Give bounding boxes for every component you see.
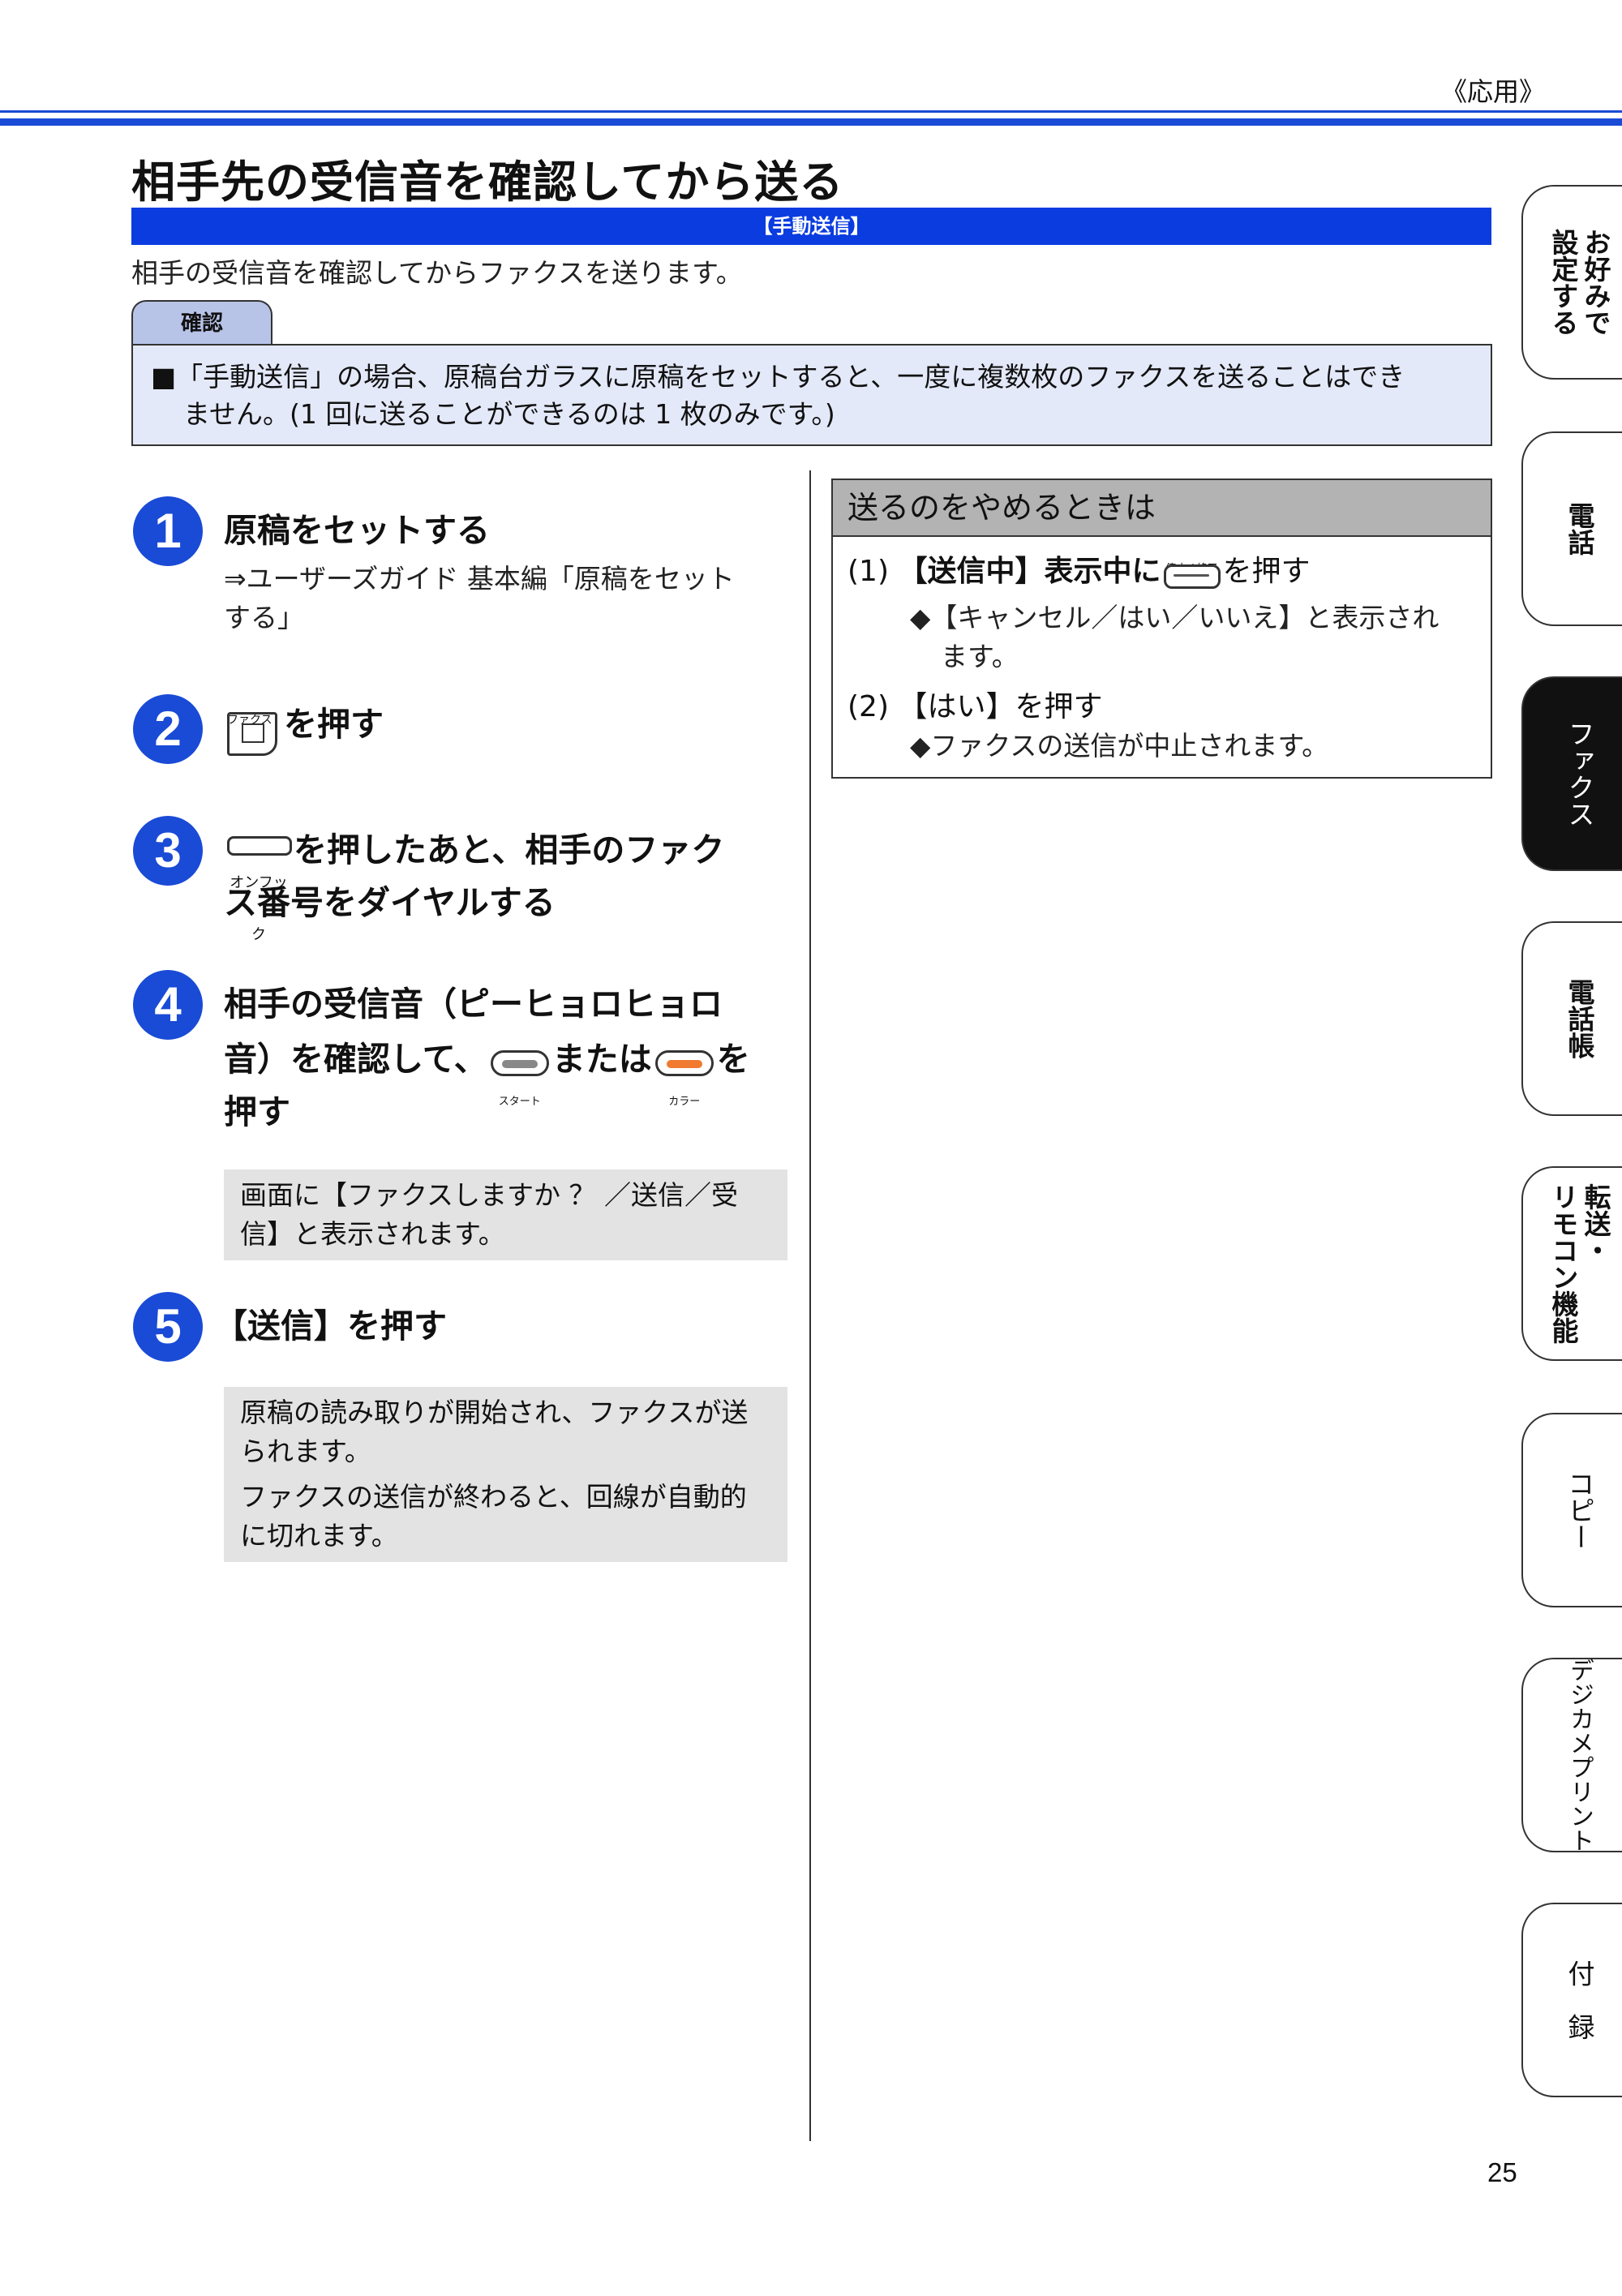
side-tab-phone[interactable]: 電話 — [1521, 431, 1622, 626]
subtitle-bar: 【手動送信】 — [131, 208, 1491, 245]
step-2-number: 2 — [133, 694, 203, 764]
header-rule-thick — [0, 118, 1622, 126]
side-tab-fax[interactable]: ファクス — [1521, 676, 1622, 871]
step-1-sub-line-2: する」 — [224, 602, 304, 633]
side-tab-phonebook-label: 電話帳 — [1564, 978, 1595, 1059]
step-3-line-2: ス番号をダイヤルする — [224, 883, 556, 922]
side-tab-phone-label: 電話 — [1564, 502, 1595, 556]
stop-button-icon: 停止 / 終了 — [1161, 550, 1222, 595]
step-1-sub: ⇒ユーザーズガイド 基本編「原稿をセット する」 — [224, 560, 792, 637]
column-divider — [809, 470, 811, 2141]
stop-box: 送るのをやめるときは (1) 【送信中】表示中に 停止 / 終了 を押す ◆【キ… — [831, 479, 1492, 779]
step-5-note: 原稿の読み取りが開始され、ファクスが送 られます。 ファクスの送信が終わると、回… — [224, 1387, 787, 1562]
step-2-text: ファクス を押す — [224, 694, 384, 759]
step-1-text: 原稿をセットする — [224, 511, 490, 550]
step-4-note: 画面に【ファクスしますか ？ ／送信／受 信】と表示されます。 — [224, 1169, 787, 1260]
side-tab-preferences[interactable]: お好みで 設定する — [1521, 185, 1622, 380]
step-4-number: 4 — [133, 970, 203, 1040]
side-tab-remote-label: 転送・ リモコン機能 — [1547, 1183, 1611, 1344]
hook-button-label: オンフック — [230, 874, 288, 943]
mono-start-button-icon: モノクロ スタート — [487, 1037, 552, 1108]
stop-item-2-sub: ◆ファクスの送信が中止されます。 — [910, 730, 1329, 762]
fax-button-icon: ファクス — [224, 694, 281, 759]
step-5-text: 【送信】を押す — [214, 1307, 447, 1345]
step-4-line-1: 相手の受信音（ピーヒョロヒョロ — [224, 985, 723, 1024]
confirm-box: ■「手動送信」の場合、原稿台ガラスに原稿をセットすると、一度に複数枚のファクスを… — [131, 344, 1492, 446]
step-4-line-2b: または — [551, 1040, 652, 1079]
step-2-label: を押す — [284, 705, 384, 744]
side-tab-remote[interactable]: 転送・ リモコン機能 — [1521, 1166, 1622, 1361]
side-tab-copy-label: コピー — [1564, 1470, 1595, 1551]
step-5-note-line-1: 原稿の読み取りが開始され、ファクスが送 — [240, 1397, 749, 1428]
stop-item-1-num: (1) — [847, 555, 889, 588]
side-tab-appendix[interactable]: 付 録 — [1521, 1903, 1622, 2097]
side-tab-appendix-label: 付 録 — [1564, 1959, 1595, 2041]
stop-box-title: 送るのをやめるときは — [833, 480, 1491, 537]
step-4-line-2c: を — [716, 1040, 750, 1079]
side-tab-phonebook[interactable]: 電話帳 — [1521, 921, 1622, 1116]
step-3-text: オンフック を押したあと、相手のファク ス番号をダイヤルする — [224, 824, 725, 943]
side-tab-photo-print-label: デジカメプリント — [1565, 1658, 1594, 1852]
stop-item-1-text-a: 【送信中】表示中に — [898, 555, 1161, 588]
step-5-note-line-3: ファクスの送信が終わると、回線が自動的 — [240, 1481, 747, 1513]
side-tab-photo-print[interactable]: デジカメプリント — [1521, 1658, 1622, 1852]
mono-start-bottom-label: スタート — [498, 1096, 541, 1108]
step-5-number: 5 — [133, 1292, 203, 1362]
confirm-line-2: ません。(1 回に送ることができるのは 1 枚のみです。) — [183, 398, 835, 430]
side-tab-preferences-label: お好みで 設定する — [1547, 229, 1611, 336]
hook-button-icon: オンフック — [224, 828, 294, 943]
stop-item-1-sub-line-1: ◆【キャンセル／はい／いいえ】と表示され — [910, 602, 1440, 633]
stop-item-2-text: 【はい】を押す — [898, 690, 1103, 723]
stop-item-1-text-b: を押す — [1222, 555, 1311, 588]
step-5-note-line-2: られます。 — [240, 1436, 371, 1467]
side-tab-fax-label: ファクス — [1564, 720, 1595, 827]
section-label: 《応用》 — [1440, 76, 1545, 107]
step-4-note-line-1: 画面に【ファクスしますか ？ ／送信／受 — [240, 1179, 738, 1211]
step-5-note-line-4: に切れます。 — [240, 1520, 398, 1551]
confirm-tab: 確認 — [131, 300, 272, 345]
step-3-number: 3 — [133, 816, 203, 886]
step-1-sub-line-1: ⇒ユーザーズガイド 基本編「原稿をセット — [224, 563, 735, 594]
intro-text: 相手の受信音を確認してからファクスを送ります。 — [131, 257, 743, 289]
stop-item-2: (2) 【はい】を押す — [847, 686, 1102, 728]
confirm-line-1: ■「手動送信」の場合、原稿台ガラスに原稿をセットすると、一度に複数枚のファクスを… — [151, 361, 1405, 393]
color-start-button-icon: スタート カラー — [652, 1037, 717, 1108]
side-tab-copy[interactable]: コピー — [1521, 1413, 1622, 1607]
page-title: 相手先の受信音を確認してから送る — [131, 157, 844, 208]
step-4-line-2a: 音）を確認して、 — [224, 1040, 487, 1079]
step-4-note-line-2: 信】と表示されます。 — [240, 1218, 505, 1250]
stop-item-1-sub: ◆【キャンセル／はい／いいえ】と表示され ます。 — [910, 599, 1486, 676]
step-4-text: 相手の受信音（ピーヒョロヒョロ 音）を確認して、 モノクロ スタート または ス… — [224, 978, 750, 1138]
step-3-line-1: を押したあと、相手のファク — [294, 830, 725, 869]
stop-item-1: (1) 【送信中】表示中に 停止 / 終了 を押す — [847, 550, 1310, 595]
header-rule-thin — [0, 110, 1622, 113]
step-1-number: 1 — [133, 496, 203, 566]
page-number: 25 — [1487, 2157, 1517, 2187]
stop-item-2-num: (2) — [847, 690, 889, 723]
color-start-bottom-label: カラー — [668, 1096, 701, 1108]
stop-item-1-sub-line-2: ます。 — [941, 641, 1019, 672]
